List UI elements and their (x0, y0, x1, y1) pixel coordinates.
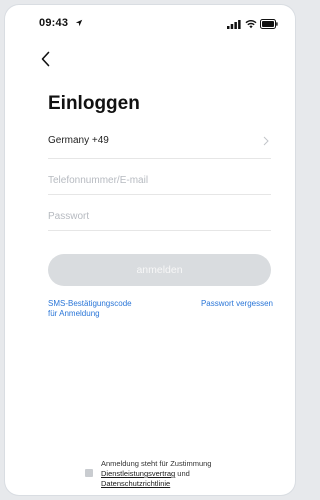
phone-email-field-wrapper (48, 169, 271, 195)
forgot-password-link[interactable]: Passwort vergessen (178, 299, 273, 308)
consent-text: Anmeldung steht für Zustimmung (101, 459, 212, 468)
location-arrow-icon (75, 19, 83, 27)
password-input[interactable] (48, 205, 271, 227)
page-title: Einloggen (48, 93, 140, 114)
consent-line2: Dienstleistungsvertrag und (101, 469, 190, 479)
sms-login-line1: SMS-Bestätigungscode (48, 299, 132, 308)
consent-and: und (177, 469, 190, 478)
service-agreement-link[interactable]: Dienstleistungsvertrag (101, 469, 175, 478)
consent-checkbox[interactable] (85, 469, 93, 477)
consent-line3: Datenschutzrichtlinie (101, 479, 170, 489)
status-time: 09:43 (39, 17, 69, 29)
battery-icon (260, 19, 278, 29)
wifi-icon (245, 20, 257, 29)
sms-login-line2: für Anmeldung (48, 309, 100, 318)
phone-email-input[interactable] (48, 169, 271, 191)
chevron-right-icon (263, 136, 269, 146)
country-selector[interactable]: Germany +49 (48, 133, 271, 159)
login-screen: 09:43 Einloggen Germany +49 Telefonnumme… (5, 5, 295, 495)
status-bar: 09:43 (5, 5, 295, 43)
sms-login-link[interactable]: SMS-Bestätigungscode für Anmeldung (48, 299, 168, 319)
chevron-left-icon[interactable] (39, 50, 53, 68)
country-label: Germany +49 (48, 135, 109, 146)
login-button[interactable]: anmelden (48, 254, 271, 286)
cellular-signal-icon (227, 20, 241, 29)
privacy-policy-link[interactable]: Datenschutzrichtlinie (101, 479, 170, 488)
password-field-wrapper (48, 205, 271, 231)
